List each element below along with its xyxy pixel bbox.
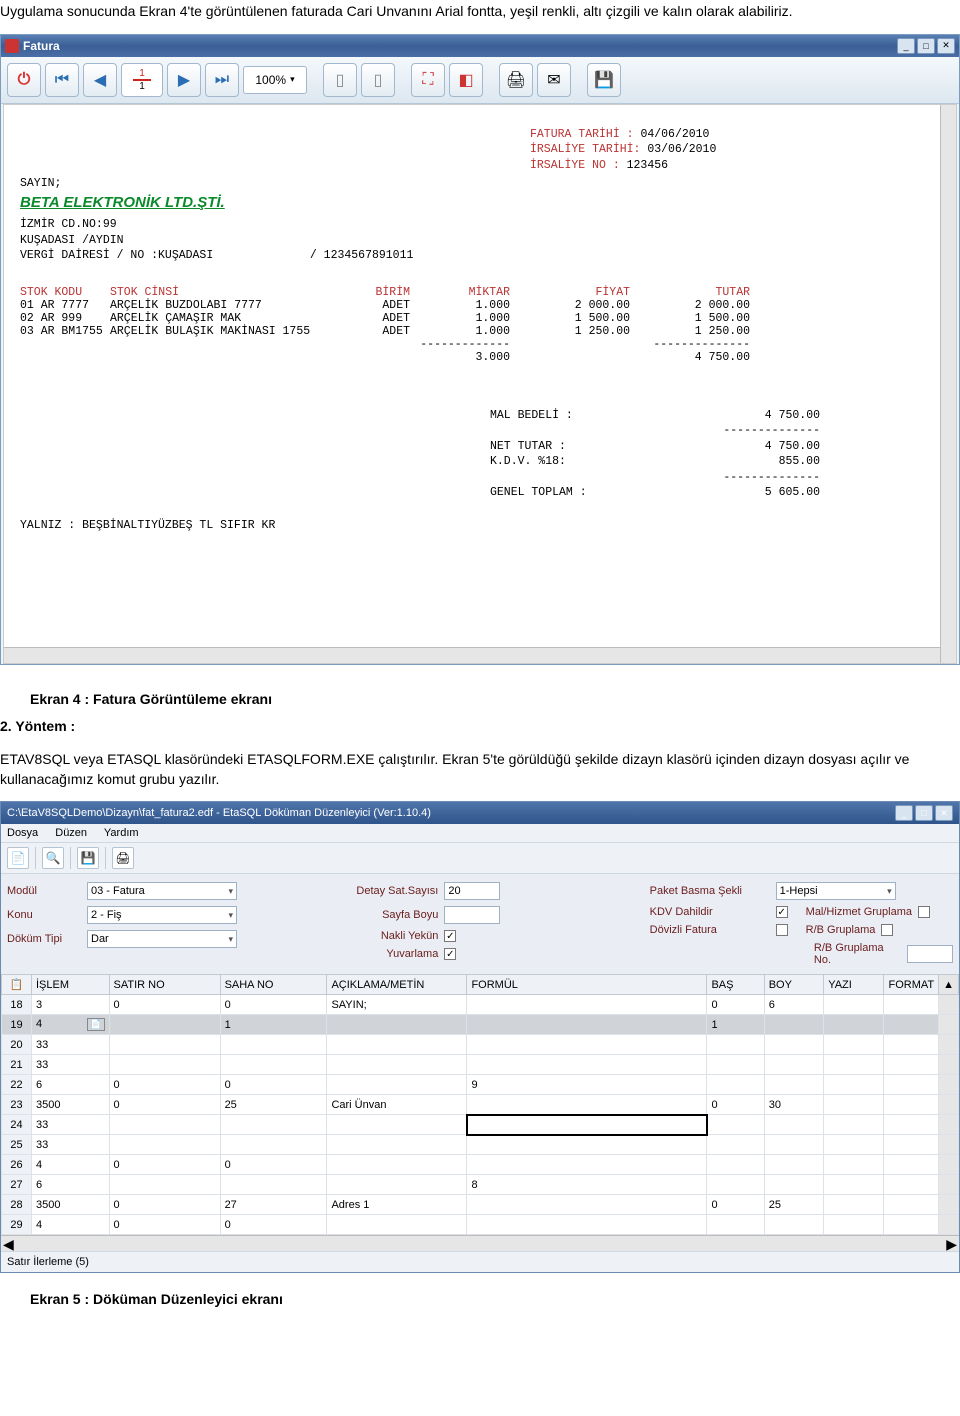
- menu-yardim[interactable]: Yardım: [104, 827, 139, 839]
- detay-input[interactable]: [444, 882, 500, 900]
- toolbar: ⏻ ⏮ ◀ 1 1 ▶ ⏭ 100% ▾ ▯ ▯ ⛶ ◧ 🖨 ✉ 💾: [1, 57, 959, 104]
- vertical-scrollbar[interactable]: [940, 105, 956, 663]
- page-indicator: 1 1: [121, 63, 163, 97]
- sum-row: 3.000 4 750.00: [20, 351, 940, 364]
- table-row[interactable]: 29400: [2, 1215, 959, 1235]
- col-satirno[interactable]: SATIR NO: [109, 975, 220, 995]
- zoom-box[interactable]: 100% ▾: [243, 66, 307, 94]
- first-page-button[interactable]: ⏮: [45, 63, 79, 97]
- statusbar: Satır İlerleme (5): [1, 1251, 959, 1272]
- caption-ekran4: Ekran 4 : Fatura Görüntüleme ekranı: [0, 673, 960, 715]
- table-row[interactable]: 2133: [2, 1055, 959, 1075]
- col-boy[interactable]: BOY: [764, 975, 824, 995]
- minimize-button[interactable]: _: [897, 38, 915, 54]
- invoice-dates: FATURA TARİHİ : 04/06/2010 İRSALİYE TARİ…: [530, 127, 940, 174]
- table-row[interactable]: 2433: [2, 1115, 959, 1135]
- page-b-button[interactable]: ▯: [361, 63, 395, 97]
- form-area: Modül03 - Fatura Konu2 - Fiş Döküm TipiD…: [1, 874, 959, 974]
- address-block: İZMİR CD.NO:99 KUŞADASI /AYDIN VERGİ DAİ…: [20, 217, 940, 264]
- email-button[interactable]: ✉: [537, 63, 571, 97]
- items-header: STOK KODU STOK CİNSİ BİRİM MİKTAR FİYAT …: [20, 286, 940, 299]
- col-bas[interactable]: BAŞ: [707, 975, 764, 995]
- table-row[interactable]: 2768: [2, 1175, 959, 1195]
- editor-window: C:\EtaV8SQLDemo\Dizayn\fat_fatura2.edf -…: [0, 801, 960, 1273]
- grid-horizontal-scrollbar[interactable]: ◀ ▶: [1, 1235, 959, 1251]
- sayfa-input[interactable]: [444, 906, 500, 924]
- save-button[interactable]: 💾: [587, 63, 621, 97]
- invoice-totals: MAL BEDELİ :4 750.00 -------------- NET …: [490, 408, 940, 501]
- corner-cell[interactable]: 📋: [2, 975, 32, 995]
- next-page-button[interactable]: ▶: [167, 63, 201, 97]
- nakli-checkbox[interactable]: ✓: [444, 930, 456, 942]
- caption-ekran5: Ekran 5 : Döküman Düzenleyici ekranı: [0, 1273, 960, 1315]
- invoice-item-row: 01 AR 7777ARÇELİK BUZDOLABI 7777ADET1.00…: [20, 299, 940, 312]
- invoice-item-row: 03 AR BM1755ARÇELİK BULAŞIK MAKİNASI 175…: [20, 325, 940, 338]
- rbno-input[interactable]: [907, 945, 953, 963]
- fit-page-button[interactable]: ◧: [449, 63, 483, 97]
- method-heading: 2. Yöntem :: [0, 715, 960, 749]
- maximize-button[interactable]: □: [917, 38, 935, 54]
- company-name: BETA ELEKTRONİK LTD.ŞTİ.: [20, 194, 940, 211]
- col-sahano[interactable]: SAHA NO: [220, 975, 327, 995]
- editor-maximize-button[interactable]: □: [915, 805, 933, 821]
- app-icon: [5, 39, 19, 53]
- print-button[interactable]: 🖨: [499, 63, 533, 97]
- sayin-label: SAYIN;: [20, 177, 940, 190]
- table-row[interactable]: 26400: [2, 1155, 959, 1175]
- horizontal-scrollbar[interactable]: [4, 647, 940, 663]
- yuvarlama-checkbox[interactable]: ✓: [444, 948, 456, 960]
- mal-checkbox[interactable]: [918, 906, 930, 918]
- fit-width-button[interactable]: ⛶: [411, 63, 445, 97]
- invoice-window: Fatura _ □ ✕ ⏻ ⏮ ◀ 1 1 ▶ ⏭ 100% ▾ ▯ ▯ ⛶ …: [0, 34, 960, 665]
- page-a-button[interactable]: ▯: [323, 63, 357, 97]
- menu-duzen[interactable]: Düzen: [55, 827, 87, 839]
- prev-page-button[interactable]: ◀: [83, 63, 117, 97]
- table-row[interactable]: 233500025Cari Ünvan030: [2, 1095, 959, 1115]
- rb-checkbox[interactable]: [881, 924, 893, 936]
- grid: 📋 İŞLEM SATIR NO SAHA NO AÇIKLAMA/METİN …: [1, 974, 959, 1251]
- titlebar: Fatura _ □ ✕: [1, 35, 959, 57]
- amount-in-words: YALNIZ : BEŞBİNALTIYÜZBEŞ TL SIFIR KR: [20, 519, 940, 532]
- paket-select[interactable]: 1-Hepsi: [776, 882, 896, 900]
- new-doc-button[interactable]: 📄: [7, 847, 29, 869]
- table-row[interactable]: 2533: [2, 1135, 959, 1155]
- table-row[interactable]: 194 📄11: [2, 1015, 959, 1035]
- kdv-checkbox[interactable]: ✓: [776, 906, 788, 918]
- dash-row: ------------- --------------: [20, 338, 940, 351]
- table-row[interactable]: 18300SAYIN;06: [2, 995, 959, 1015]
- save-doc-button[interactable]: 💾: [77, 847, 99, 869]
- table-row[interactable]: 283500027Adres 1025: [2, 1195, 959, 1215]
- table-row[interactable]: 2033: [2, 1035, 959, 1055]
- print-doc-button[interactable]: 🖨: [112, 847, 134, 869]
- col-yazi[interactable]: YAZI: [824, 975, 884, 995]
- dokum-select[interactable]: Dar: [87, 930, 237, 948]
- editor-close-button[interactable]: ✕: [935, 805, 953, 821]
- table-row[interactable]: 226009: [2, 1075, 959, 1095]
- col-format[interactable]: FORMAT: [884, 975, 939, 995]
- last-page-button[interactable]: ⏭: [205, 63, 239, 97]
- invoice-preview: FATURA TARİHİ : 04/06/2010 İRSALİYE TARİ…: [3, 104, 957, 664]
- konu-select[interactable]: 2 - Fiş: [87, 906, 237, 924]
- power-button[interactable]: ⏻: [7, 63, 41, 97]
- grid-scroll-head: ▲: [939, 975, 959, 995]
- col-formul[interactable]: FORMÜL: [467, 975, 707, 995]
- invoice-item-row: 02 AR 999ARÇELİK ÇAMAŞIR MAKADET1.0001 5…: [20, 312, 940, 325]
- editor-toolbar: 📄 🔍 💾 🖨: [1, 843, 959, 874]
- col-islem[interactable]: İŞLEM: [32, 975, 110, 995]
- window-title: Fatura: [23, 39, 60, 53]
- method-paragraph: ETAV8SQL veya ETASQL klasöründeki ETASQL…: [0, 748, 960, 801]
- doviz-checkbox[interactable]: [776, 924, 788, 936]
- search-button[interactable]: 🔍: [42, 847, 64, 869]
- close-button[interactable]: ✕: [937, 38, 955, 54]
- menubar: Dosya Düzen Yardım: [1, 824, 959, 843]
- col-aciklama[interactable]: AÇIKLAMA/METİN: [327, 975, 467, 995]
- modul-select[interactable]: 03 - Fatura: [87, 882, 237, 900]
- editor-titlebar: C:\EtaV8SQLDemo\Dizayn\fat_fatura2.edf -…: [1, 802, 959, 824]
- editor-minimize-button[interactable]: _: [895, 805, 913, 821]
- intro-paragraph: Uygulama sonucunda Ekran 4'te görüntülen…: [0, 0, 960, 34]
- menu-dosya[interactable]: Dosya: [7, 827, 38, 839]
